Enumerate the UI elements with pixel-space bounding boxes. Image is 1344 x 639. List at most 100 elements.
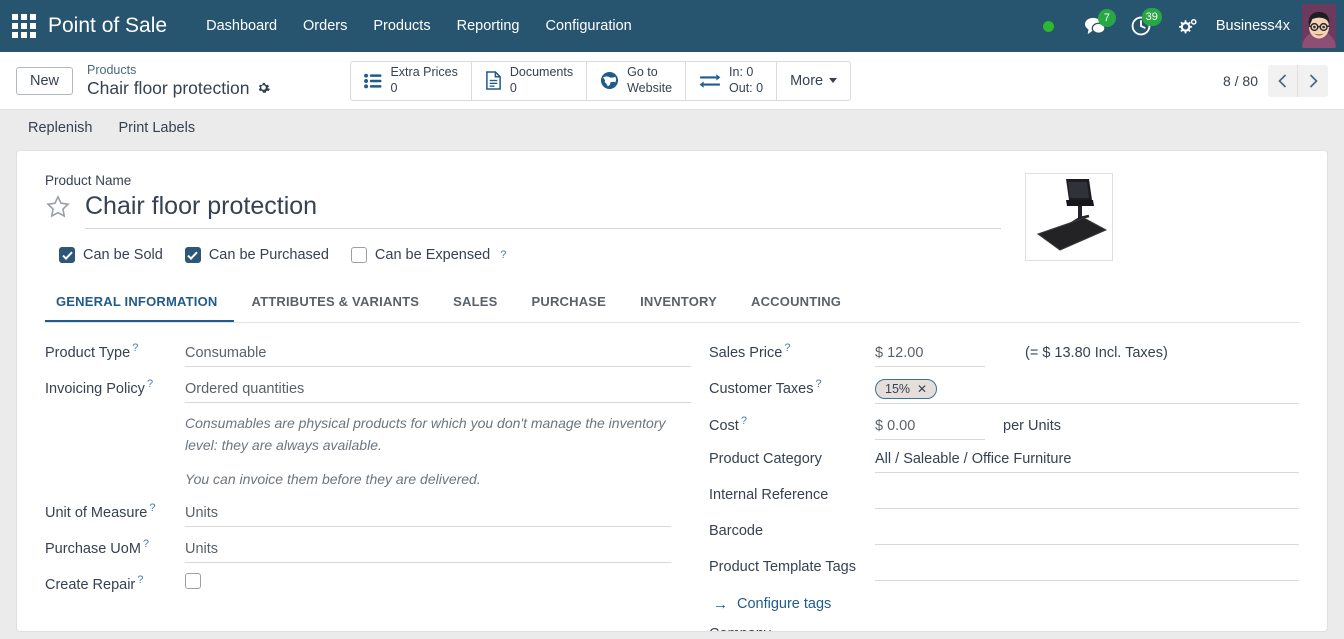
stat-button-go-to-website[interactable]: Go to Website <box>587 61 687 100</box>
pager-next-button[interactable] <box>1298 64 1328 97</box>
consumable-help-text-2: You can invoice them before they are del… <box>185 471 481 488</box>
field-product-type: Product Type? <box>45 339 691 367</box>
stat-button-in-out[interactable]: In: 0 Out: 0 <box>686 61 778 100</box>
create-repair-help-icon[interactable]: ? <box>137 574 143 586</box>
cost-label: Cost? <box>709 414 747 434</box>
stat-button-documents[interactable]: Documents 0 <box>472 61 588 100</box>
breadcrumb-parent-products[interactable]: Products <box>87 63 270 77</box>
tab-sales[interactable]: Sales <box>436 285 514 322</box>
stat-label-documents: Documents <box>509 64 574 79</box>
stat-button-extra-prices[interactable]: Extra Prices 0 <box>351 61 472 100</box>
sales-price-input[interactable] <box>875 341 985 367</box>
stat-buttons-group: Extra Prices 0 Documents 0 Go to Website… <box>350 60 852 101</box>
customer-taxes-field[interactable]: 15% ✕ <box>875 378 1299 404</box>
invoicing-policy-help-icon[interactable]: ? <box>147 378 153 390</box>
stat-value-out: Out: 0 <box>729 80 764 95</box>
new-record-button[interactable]: New <box>16 66 74 95</box>
app-brand-title[interactable]: Point of Sale <box>48 14 167 38</box>
field-sales-price: Sales Price? (= $ 13.80 Incl. Taxes) <box>709 339 1299 367</box>
action-print-labels[interactable]: Print Labels <box>119 120 196 136</box>
product-type-help-icon[interactable]: ? <box>132 342 138 354</box>
menu-item-reporting[interactable]: Reporting <box>444 10 533 42</box>
customer-taxes-help-icon[interactable]: ? <box>816 378 822 390</box>
tab-attributes-variants[interactable]: Attributes & Variants <box>234 285 436 322</box>
activities-button[interactable]: 39 <box>1118 8 1164 37</box>
cost-help-icon[interactable]: ? <box>741 415 747 427</box>
cost-input[interactable] <box>875 414 985 440</box>
can-be-sold-label: Can be Sold <box>83 247 163 263</box>
product-category-input[interactable] <box>875 447 1299 473</box>
flag-can-be-purchased[interactable]: Can be Purchased <box>184 247 329 263</box>
unit-of-measure-label: Unit of Measure? <box>45 502 156 521</box>
menu-item-dashboard[interactable]: Dashboard <box>193 10 290 42</box>
messages-button[interactable]: 7 <box>1072 9 1118 36</box>
flag-can-be-expensed[interactable]: Can be Expensed ? <box>350 247 506 263</box>
stat-label-go-to: Go to <box>627 64 658 79</box>
arrow-right-icon: → <box>713 595 728 613</box>
field-product-template-tags: Product Template Tags <box>709 555 1299 584</box>
stat-value-extra-prices: 0 <box>390 80 398 95</box>
top-navbar: Point of Sale Dashboard Orders Products … <box>0 0 1344 52</box>
purchase-uom-help-icon[interactable]: ? <box>143 538 149 550</box>
configure-tags-link[interactable]: → Configure tags <box>709 596 1299 613</box>
main-menu: Dashboard Orders Products Reporting Conf… <box>193 10 1043 42</box>
favorite-star-icon[interactable] <box>45 194 71 225</box>
menu-item-configuration[interactable]: Configuration <box>532 10 644 42</box>
record-action-bar: Replenish Print Labels <box>0 110 1344 144</box>
record-settings-gear-icon[interactable] <box>257 81 271 94</box>
tax-tag-label: 15% <box>885 381 911 396</box>
tab-general-information[interactable]: General Information <box>45 285 235 322</box>
tab-purchase[interactable]: Purchase <box>515 285 624 322</box>
check-icon <box>61 251 73 260</box>
pager-previous-button[interactable] <box>1268 64 1298 97</box>
create-repair-checkbox[interactable] <box>185 572 201 589</box>
product-photo-chair-mat <box>1026 174 1112 260</box>
create-repair-label: Create Repair? <box>45 574 144 593</box>
can-be-purchased-checkbox[interactable] <box>184 247 201 263</box>
stat-label-extra-prices: Extra Prices <box>390 64 458 79</box>
product-template-tags-label: Product Template Tags <box>709 558 856 575</box>
flag-can-be-sold[interactable]: Can be Sold <box>59 247 163 263</box>
can-be-expensed-checkbox[interactable] <box>350 247 367 263</box>
tax-tag-remove-icon[interactable]: ✕ <box>917 383 927 395</box>
product-template-tags-input[interactable] <box>875 555 1299 581</box>
action-replenish[interactable]: Replenish <box>28 120 93 136</box>
settings-button[interactable] <box>1164 17 1208 35</box>
tab-accounting[interactable]: Accounting <box>734 285 858 322</box>
product-type-description: Consumables are physical products for wh… <box>45 411 691 491</box>
product-name-input[interactable] <box>85 190 1001 229</box>
avatar-image <box>1302 4 1336 48</box>
unit-of-measure-input[interactable] <box>185 501 671 527</box>
uom-help-icon[interactable]: ? <box>149 502 155 514</box>
company-switcher[interactable]: Business4x <box>1208 18 1302 34</box>
stat-more-label: More <box>790 72 824 89</box>
invoicing-policy-input[interactable] <box>185 377 691 403</box>
purchase-uom-input[interactable] <box>185 537 671 563</box>
can-be-sold-checkbox[interactable] <box>59 247 75 263</box>
product-type-label: Product Type? <box>45 342 139 361</box>
chevron-down-icon <box>829 78 838 83</box>
menu-item-orders[interactable]: Orders <box>290 10 360 42</box>
tab-inventory[interactable]: Inventory <box>623 285 734 322</box>
barcode-input[interactable] <box>875 519 1299 545</box>
general-information-pane: Product Type? Invoicing Policy? Consumab… <box>45 323 1299 631</box>
product-image[interactable] <box>1025 173 1113 261</box>
breadcrumb-current-record: Chair floor protection <box>87 77 250 98</box>
sales-price-help-icon[interactable]: ? <box>784 342 790 354</box>
invoicing-policy-label: Invoicing Policy? <box>45 378 154 397</box>
can-be-expensed-label: Can be Expensed <box>374 247 491 263</box>
sales-price-label: Sales Price? <box>709 342 791 361</box>
internal-reference-input[interactable] <box>875 483 1299 509</box>
stat-more-dropdown[interactable]: More <box>777 62 850 100</box>
barcode-label: Barcode <box>709 522 764 539</box>
product-type-input[interactable] <box>185 341 691 367</box>
menu-item-products[interactable]: Products <box>360 10 443 42</box>
tax-tag-15-percent[interactable]: 15% ✕ <box>875 378 938 399</box>
user-avatar[interactable] <box>1302 4 1336 48</box>
company-label: Company <box>709 623 875 631</box>
pager-count: 8 / 80 <box>1222 72 1258 89</box>
can-be-expensed-help-icon[interactable]: ? <box>500 249 506 261</box>
apps-menu-button[interactable] <box>0 0 48 52</box>
stat-value-documents: 0 <box>509 80 517 95</box>
activities-badge: 39 <box>1141 8 1162 26</box>
